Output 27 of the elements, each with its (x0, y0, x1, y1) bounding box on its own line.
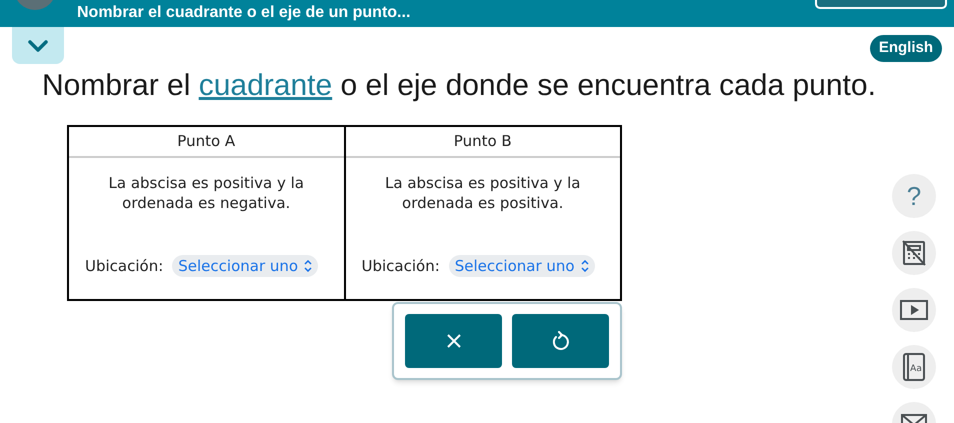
language-button[interactable]: English (870, 35, 942, 62)
header-title: Nombrar el cuadrante o el eje de un punto... (77, 3, 410, 23)
tool-button[interactable]: Aa (892, 345, 936, 389)
updown-icon (304, 260, 312, 272)
location-select[interactable]: Seleccionar uno (172, 254, 318, 277)
chevron-down-icon (28, 40, 48, 52)
location-label: Ubicación: (362, 256, 440, 276)
location-select[interactable]: Seleccionar uno (448, 254, 595, 277)
instruction-text: Nombrar el cuadrante o el eje donde se encuentra cada punto. (42, 68, 877, 104)
help-icon: ? (906, 183, 922, 209)
point-description: La abscisa es positiva y la ordenada es negativa. (108, 173, 305, 213)
collapse-button[interactable] (12, 27, 64, 64)
book-icon: Aa (902, 353, 926, 381)
column-header: Punto B (346, 127, 620, 158)
tool-button[interactable]: ? (892, 174, 936, 218)
close-icon (446, 334, 460, 348)
point-description: La abscisa es positiva y la ordenada es positiva. (384, 173, 582, 213)
location-label: Ubicación: (85, 256, 164, 276)
tool-button[interactable] (892, 231, 936, 275)
reset-icon (552, 331, 570, 351)
glossary-link[interactable]: cuadrante (198, 69, 332, 102)
column-header: Punto A (69, 127, 344, 158)
reset-button[interactable] (512, 314, 609, 368)
play-icon (900, 299, 928, 321)
tool-button[interactable] (892, 288, 936, 332)
updown-icon (580, 260, 589, 272)
calculator-icon (902, 240, 926, 266)
